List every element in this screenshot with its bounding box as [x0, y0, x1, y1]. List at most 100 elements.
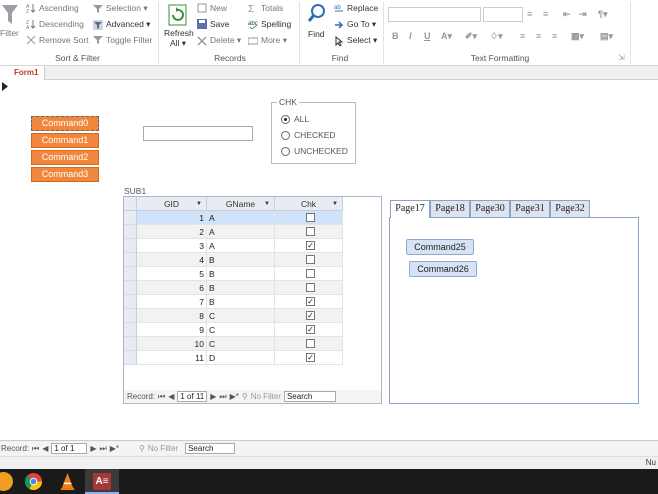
cell-gname[interactable]: B: [207, 267, 275, 281]
next-record-icon[interactable]: ▶: [90, 444, 96, 453]
cell-gid[interactable]: 1: [137, 211, 207, 225]
sort-dropdown-icon[interactable]: ▼: [264, 197, 270, 211]
row-selector[interactable]: [124, 267, 137, 281]
remove-sort-button[interactable]: Remove Sort: [26, 35, 89, 45]
row-selector[interactable]: [124, 239, 137, 253]
row-selector[interactable]: [124, 295, 137, 309]
row-selector[interactable]: [124, 225, 137, 239]
checkbox[interactable]: ✓: [306, 325, 315, 334]
cell-gname[interactable]: C: [207, 337, 275, 351]
cell-gid[interactable]: 10: [137, 337, 207, 351]
indent-increase-icon[interactable]: ⇥: [579, 9, 587, 20]
table-row[interactable]: 3 A ✓: [124, 239, 382, 253]
highlight-icon[interactable]: ✐▾: [465, 31, 477, 42]
cell-chk[interactable]: [275, 281, 343, 295]
underline-button[interactable]: U: [424, 31, 431, 41]
filter-icon[interactable]: [2, 4, 18, 28]
alternate-row-color-icon[interactable]: ▤▾: [600, 31, 613, 42]
numbering-icon[interactable]: ≡: [543, 9, 548, 19]
tab-page17[interactable]: Page17: [390, 200, 430, 218]
refresh-all-dropdown[interactable]: All ▾: [170, 38, 186, 49]
column-header-gname[interactable]: GName ▼: [207, 197, 275, 211]
cell-chk[interactable]: [275, 211, 343, 225]
cell-chk[interactable]: [275, 253, 343, 267]
sort-dropdown-icon[interactable]: ▼: [332, 197, 338, 211]
command1-button[interactable]: Command1: [31, 133, 99, 148]
last-record-icon[interactable]: ⏭: [100, 444, 107, 454]
cell-gid[interactable]: 4: [137, 253, 207, 267]
cell-gname[interactable]: B: [207, 253, 275, 267]
no-filter-label[interactable]: No Filter: [148, 444, 178, 453]
record-position-input[interactable]: 1 of 1: [51, 443, 88, 454]
advanced-button[interactable]: Advanced ▾: [93, 19, 150, 30]
refresh-icon[interactable]: [168, 4, 188, 28]
new-record-nav-icon[interactable]: ▶*: [230, 392, 239, 401]
cell-gname[interactable]: A: [207, 225, 275, 239]
row-selector[interactable]: [124, 281, 137, 295]
spelling-button[interactable]: abc Spelling: [248, 19, 291, 30]
checkbox[interactable]: [306, 269, 315, 278]
new-record-nav-icon[interactable]: ▶*: [110, 444, 119, 453]
checkbox[interactable]: ✓: [306, 311, 315, 320]
cell-gname[interactable]: B: [207, 295, 275, 309]
checkbox[interactable]: [306, 283, 315, 292]
replace-button[interactable]: ab Replace: [334, 3, 378, 13]
cell-chk[interactable]: ✓: [275, 295, 343, 309]
cell-chk[interactable]: [275, 337, 343, 351]
table-row[interactable]: 7 B ✓: [124, 295, 382, 309]
more-button[interactable]: More ▾: [247, 35, 287, 46]
find-icon[interactable]: [307, 3, 327, 27]
explorer-icon[interactable]: [0, 472, 13, 491]
row-selector[interactable]: [124, 309, 137, 323]
tab-page32[interactable]: Page32: [550, 200, 590, 217]
checkbox[interactable]: ✓: [306, 297, 315, 306]
ascending-button[interactable]: AZ Ascending: [26, 3, 79, 15]
table-row[interactable]: 1A: [124, 211, 382, 225]
save-button[interactable]: Save: [197, 19, 229, 29]
checkbox[interactable]: [306, 339, 315, 348]
command26-button[interactable]: Command26: [409, 261, 477, 277]
cell-gname[interactable]: C: [207, 309, 275, 323]
table-row[interactable]: 4B: [124, 253, 382, 267]
find-button[interactable]: Find: [308, 29, 325, 39]
first-record-icon[interactable]: ⏮: [32, 444, 39, 454]
align-center-icon[interactable]: ≡: [536, 31, 541, 41]
column-header-gid[interactable]: GID ▼: [137, 197, 207, 211]
tab-page31[interactable]: Page31: [510, 200, 550, 217]
row-selector[interactable]: [124, 337, 137, 351]
option-unchecked[interactable]: UNCHECKED: [281, 146, 348, 156]
indent-decrease-icon[interactable]: ⇤: [563, 9, 571, 20]
table-row[interactable]: 11 D ✓: [124, 351, 382, 365]
row-selector[interactable]: [124, 211, 137, 225]
totals-button[interactable]: Σ Totals: [248, 3, 283, 15]
goto-button[interactable]: Go To ▾: [334, 19, 376, 30]
table-row[interactable]: 8 C ✓: [124, 309, 382, 323]
cell-gid[interactable]: 5: [137, 267, 207, 281]
tab-page30[interactable]: Page30: [470, 200, 510, 217]
radio-icon[interactable]: [281, 114, 290, 124]
fill-color-icon[interactable]: ♢▾: [490, 31, 503, 42]
checkbox[interactable]: ✓: [306, 353, 315, 362]
checkbox[interactable]: ✓: [306, 241, 315, 250]
font-color-icon[interactable]: A▾: [441, 31, 452, 42]
cell-chk[interactable]: [275, 267, 343, 281]
command0-button[interactable]: Command0: [31, 116, 99, 131]
checkbox[interactable]: [306, 255, 315, 264]
gridlines-icon[interactable]: ▦▾: [571, 31, 584, 42]
font-size-dropdown[interactable]: [483, 7, 523, 22]
row-selector[interactable]: [124, 253, 137, 267]
selection-button[interactable]: Selection ▾: [93, 3, 148, 14]
option-checked[interactable]: CHECKED: [281, 130, 336, 140]
select-button[interactable]: Select ▾: [334, 35, 377, 47]
table-row[interactable]: 9 C ✓: [124, 323, 382, 337]
refresh-all-button[interactable]: Refresh: [164, 28, 194, 38]
descending-button[interactable]: ZA Descending: [26, 19, 84, 31]
select-all-corner[interactable]: [124, 197, 137, 211]
row-selector[interactable]: [124, 323, 137, 337]
cell-gname[interactable]: D: [207, 351, 275, 365]
cell-chk[interactable]: ✓: [275, 323, 343, 337]
no-filter-label[interactable]: No Filter: [251, 392, 281, 401]
last-record-icon[interactable]: ⏭: [219, 392, 226, 402]
subform-search-input[interactable]: Search: [283, 391, 336, 402]
cell-gid[interactable]: 7: [137, 295, 207, 309]
